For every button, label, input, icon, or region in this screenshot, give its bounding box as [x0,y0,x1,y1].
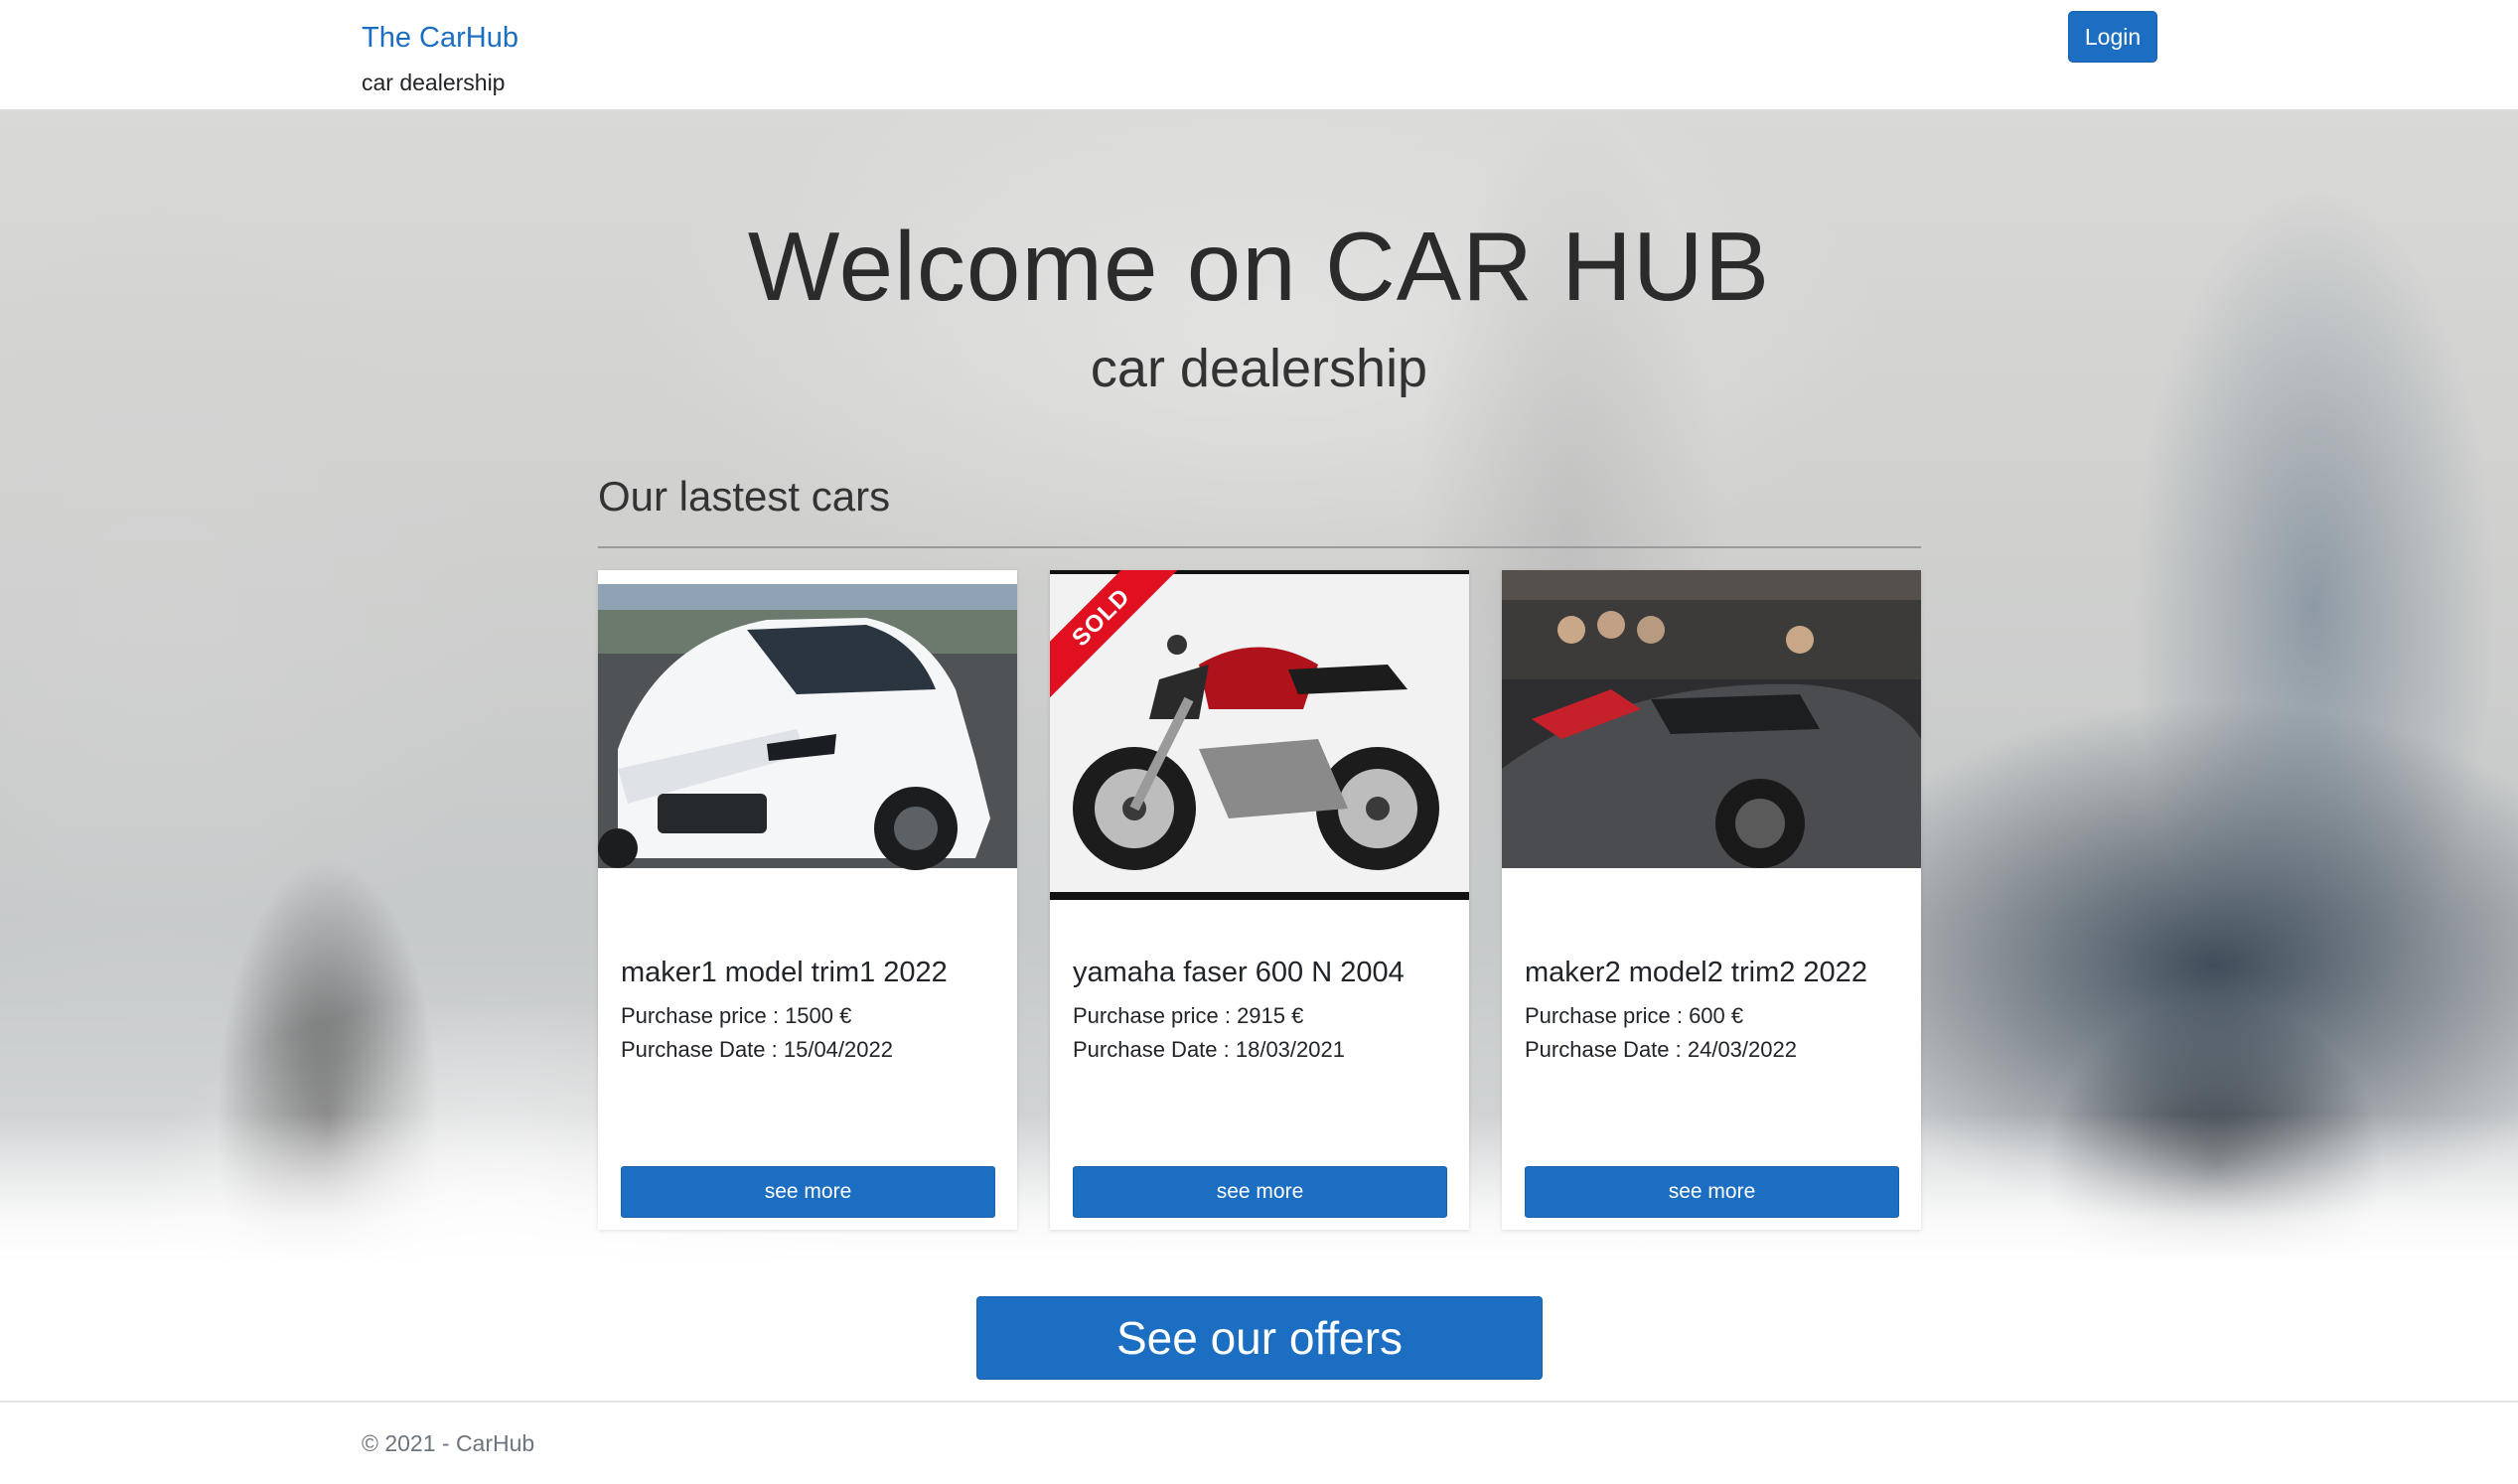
car-image[interactable]: SOLD [1050,570,1469,900]
purchase-price: Purchase price : 1500 € [621,1003,852,1028]
purchase-date: Purchase Date : 24/03/2022 [1525,1037,1797,1062]
car-title: maker1 model trim1 2022 [621,957,948,988]
sports-car-image [1502,570,1921,900]
see-more-button[interactable]: see more [1525,1166,1899,1218]
hero-section: Welcome on CAR HUB car dealership Our la… [0,111,2518,1263]
purchase-price: Purchase price : 2915 € [1073,1003,1304,1028]
brand-subtitle: car dealership [362,70,506,95]
car-title: yamaha faser 600 N 2004 [1073,957,1405,988]
car-card: maker2 model2 trim2 2022 Purchase price … [1502,570,1921,1230]
car-card: SOLD yamaha faser 600 N 2004 Purchase pr… [1050,570,1469,1230]
footer-copyright: © 2021 - CarHub [362,1430,535,1456]
footer-divider [0,1401,2518,1403]
white-car-image [598,570,1017,900]
divider [598,546,1921,548]
brand-link[interactable]: The CarHub [362,22,518,55]
page-subtitle: car dealership [1090,339,1428,398]
purchase-date: Purchase Date : 15/04/2022 [621,1037,893,1062]
see-more-button[interactable]: see more [621,1166,995,1218]
car-title: maker2 model2 trim2 2022 [1525,957,1867,988]
login-button[interactable]: Login [2068,11,2157,63]
page-title: Welcome on CAR HUB [747,212,1771,321]
car-image[interactable] [1502,570,1921,900]
navbar: The CarHub car dealership Login [0,0,2518,111]
car-image[interactable] [598,570,1017,900]
purchase-price: Purchase price : 600 € [1525,1003,1744,1028]
purchase-date: Purchase Date : 18/03/2021 [1073,1037,1345,1062]
see-more-button[interactable]: see more [1073,1166,1447,1218]
car-card: maker1 model trim1 2022 Purchase price :… [598,570,1017,1230]
latest-cars-heading: Our lastest cars [598,473,891,519]
see-offers-button[interactable]: See our offers [976,1296,1543,1380]
